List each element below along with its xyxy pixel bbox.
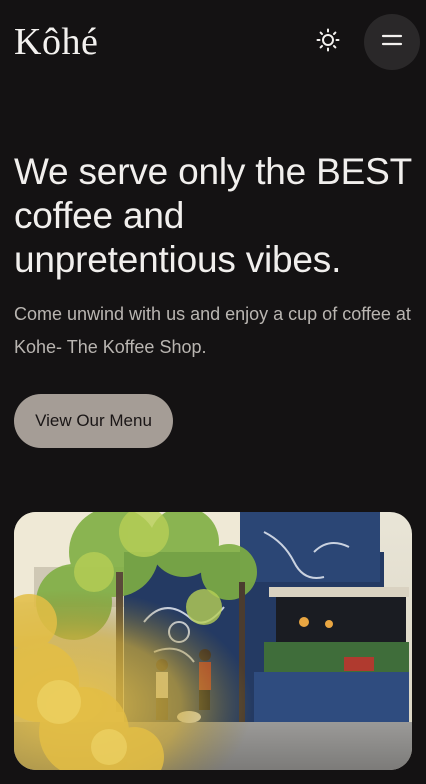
hero-title: We serve only the BEST coffee and unpret… [14, 151, 412, 280]
page: Kôhé We serve only the BEST coffee and u… [0, 0, 426, 784]
menu-button[interactable] [364, 14, 420, 70]
site-header: Kôhé [0, 0, 426, 84]
logo[interactable]: Kôhé [14, 20, 98, 64]
view-menu-button[interactable]: View Our Menu [14, 394, 173, 448]
theme-toggle-button[interactable] [310, 24, 346, 60]
menu-icon [381, 32, 403, 53]
storefront-photo [14, 512, 412, 770]
sun-icon [316, 28, 340, 57]
hero-subtitle: Come unwind with us and enjoy a cup of c… [14, 304, 411, 357]
